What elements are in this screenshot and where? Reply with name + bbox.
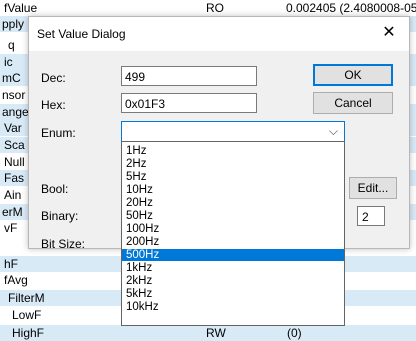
cancel-button[interactable]: Cancel <box>313 92 393 114</box>
dropdown-option[interactable]: 20Hz <box>122 197 344 209</box>
list-row[interactable]: fValue RO 0.002405 (2.4080008-05) <box>0 0 416 16</box>
row-name: q <box>8 38 15 52</box>
dropdown-option[interactable]: 2kHz <box>122 275 344 287</box>
hex-field[interactable]: 0x01F3 <box>121 93 257 113</box>
row-name: LowF <box>12 308 42 322</box>
row-name: Var <box>4 121 22 135</box>
row-name: fAvg <box>4 273 28 287</box>
dropdown-option[interactable]: 10Hz <box>122 184 344 196</box>
dropdown-option[interactable]: 50Hz <box>122 210 344 222</box>
row-name: nsor <box>2 88 26 102</box>
dialog-titlebar[interactable]: Set Value Dialog ✕ <box>29 17 409 51</box>
hex-label: Hex: <box>41 98 66 112</box>
dropdown-option[interactable]: 5Hz <box>122 171 344 183</box>
dropdown-option[interactable]: 10kHz <box>122 301 344 313</box>
dropdown-option-selected[interactable]: 500Hz <box>122 249 344 261</box>
bit-size-label: Bit Size: <box>41 237 86 251</box>
dropdown-option[interactable]: 200Hz <box>122 236 344 248</box>
row-value: 0.002405 (2.4080008-05) <box>286 1 416 15</box>
small-value-field[interactable]: 2 <box>357 206 385 226</box>
dropdown-option[interactable]: 100Hz <box>122 223 344 235</box>
row-access: RO <box>206 1 224 15</box>
chevron-down-icon[interactable]: ⌵ <box>329 124 338 139</box>
row-name: ange <box>2 105 29 119</box>
enum-dropdown-list: 1Hz 2Hz 5Hz 10Hz 20Hz 50Hz 100Hz 200Hz 5… <box>121 141 345 326</box>
row-name: fValue <box>4 1 38 15</box>
row-name: Ain <box>4 188 22 202</box>
list-row[interactable]: HighF RW (0) <box>0 325 416 341</box>
close-icon[interactable]: ✕ <box>379 23 399 43</box>
row-name: Fas <box>4 171 25 185</box>
enum-label: Enum: <box>41 126 76 140</box>
dropdown-option[interactable]: 1Hz <box>122 145 344 157</box>
row-name: FilterM <box>8 291 45 305</box>
bool-label: Bool: <box>41 182 69 196</box>
ok-button[interactable]: OK <box>313 64 393 86</box>
row-name: vF <box>4 221 18 235</box>
row-access: RW <box>206 326 226 340</box>
row-name: HighF <box>12 326 45 340</box>
row-name: Sca <box>4 138 25 152</box>
dropdown-option[interactable]: 5kHz <box>122 288 344 300</box>
dropdown-option[interactable]: 1kHz <box>122 262 344 274</box>
dec-label: Dec: <box>41 71 66 85</box>
enum-select[interactable]: ⌵ <box>121 121 345 142</box>
row-name: mC <box>2 71 21 85</box>
row-name: Null <box>4 155 25 169</box>
edit-button[interactable]: Edit... <box>349 177 397 199</box>
row-name: erM <box>2 205 23 219</box>
row-name: hF <box>4 257 19 271</box>
row-value: (0) <box>287 326 302 340</box>
dropdown-option[interactable]: 2Hz <box>122 158 344 170</box>
row-name: pply <box>2 17 25 31</box>
dec-field[interactable]: 499 <box>121 66 257 86</box>
row-name: ic <box>4 55 13 69</box>
dialog-title: Set Value Dialog <box>37 27 126 41</box>
binary-label: Binary: <box>41 209 79 223</box>
